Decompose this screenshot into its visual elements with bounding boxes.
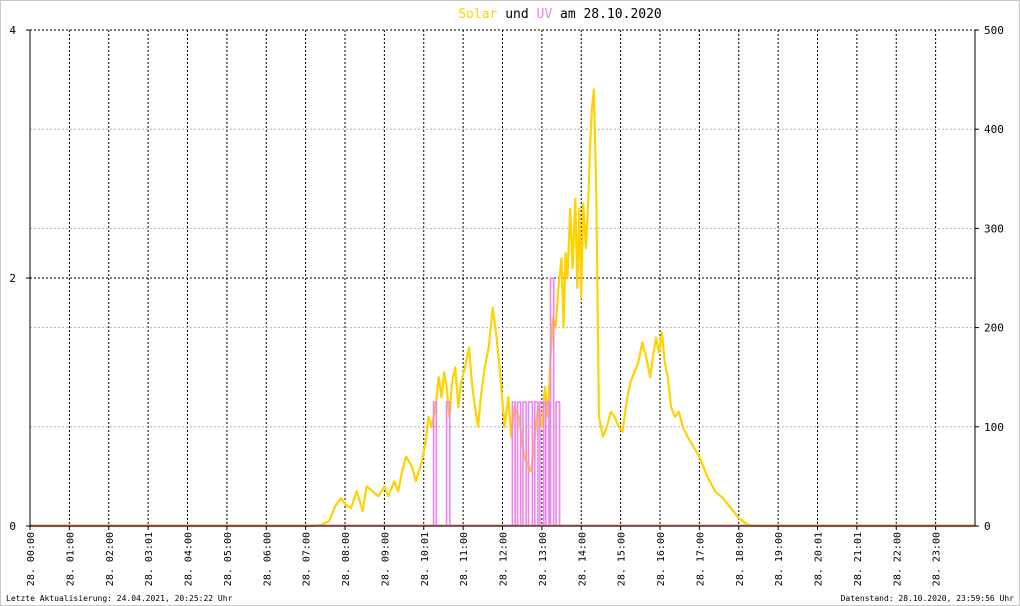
x-tick-label: 28. 20:01 (814, 532, 825, 586)
y-left-tick-label: 4 (9, 24, 16, 37)
x-tick-label: 28. 12:00 (499, 532, 510, 586)
footer-data-status: Datenstand: 28.10.2020, 23:59:56 Uhr (841, 594, 1015, 603)
x-tick-label: 28. 21:01 (853, 532, 864, 586)
y-right-tick-label: 400 (984, 123, 1004, 136)
title-date-phrase: am 28.10.2020 (560, 7, 662, 22)
x-tick-label: 28. 06:00 (262, 532, 273, 586)
y-right-tick-label: 100 (984, 421, 1004, 434)
x-tick-label: 28. 22:00 (892, 532, 903, 586)
x-tick-label: 28. 09:00 (380, 532, 391, 586)
x-tick-label: 28. 18:00 (735, 532, 746, 586)
x-tick-label: 28. 05:00 (223, 532, 234, 586)
chart-title: Solar und UV am 28.10.2020 (458, 7, 662, 22)
x-tick-label: 28. 07:00 (302, 532, 313, 586)
x-tick-label: 28. 03:01 (144, 532, 155, 586)
outer-frame (0, 0, 1020, 606)
footer-last-update: Letzte Aktualisierung: 24.04.2021, 20:25… (6, 594, 233, 603)
x-tick-label: 28. 17:00 (695, 532, 706, 586)
x-tick-label: 28. 02:00 (105, 532, 116, 586)
x-tick-label: 28. 00:00 (26, 532, 37, 586)
x-tick-label: 28. 10:01 (420, 532, 431, 586)
y-left-tick-label: 2 (9, 272, 16, 285)
solar-uv-chart: Solar und UV am 28.10.2020 0 2 4 0 100 200 300… (0, 0, 1020, 606)
y-right-tick-label: 200 (984, 322, 1004, 335)
x-tick-label: 28. 15:00 (617, 532, 628, 586)
x-tick-label: 28. 08:00 (341, 532, 352, 586)
tick-labels: 0 2 4 0 100 200 300 400 500 28. 00:00 28. 01:00 28.… (9, 24, 1004, 586)
x-tick-label: 28. 19:00 (774, 532, 785, 586)
x-tick-label: 28. 13:00 (538, 532, 549, 586)
y-right-tick-label: 0 (984, 520, 991, 533)
x-tick-label: 28. 11:00 (459, 532, 470, 586)
title-and-word: und (505, 7, 528, 22)
grid (30, 29, 975, 526)
x-tick-label: 28. 04:00 (184, 532, 195, 586)
y-left-tick-label: 0 (9, 520, 16, 533)
title-solar-word: Solar (458, 7, 497, 22)
x-tick-label: 28. 01:00 (65, 532, 76, 586)
y-right-tick-label: 300 (984, 222, 1004, 235)
x-tick-label: 28. 14:00 (577, 532, 588, 586)
title-uv-word: UV (537, 7, 553, 22)
x-tick-label: 28. 16:00 (656, 532, 667, 586)
x-tick-label: 28. 23:00 (932, 532, 943, 586)
y-right-tick-label: 500 (984, 24, 1004, 37)
